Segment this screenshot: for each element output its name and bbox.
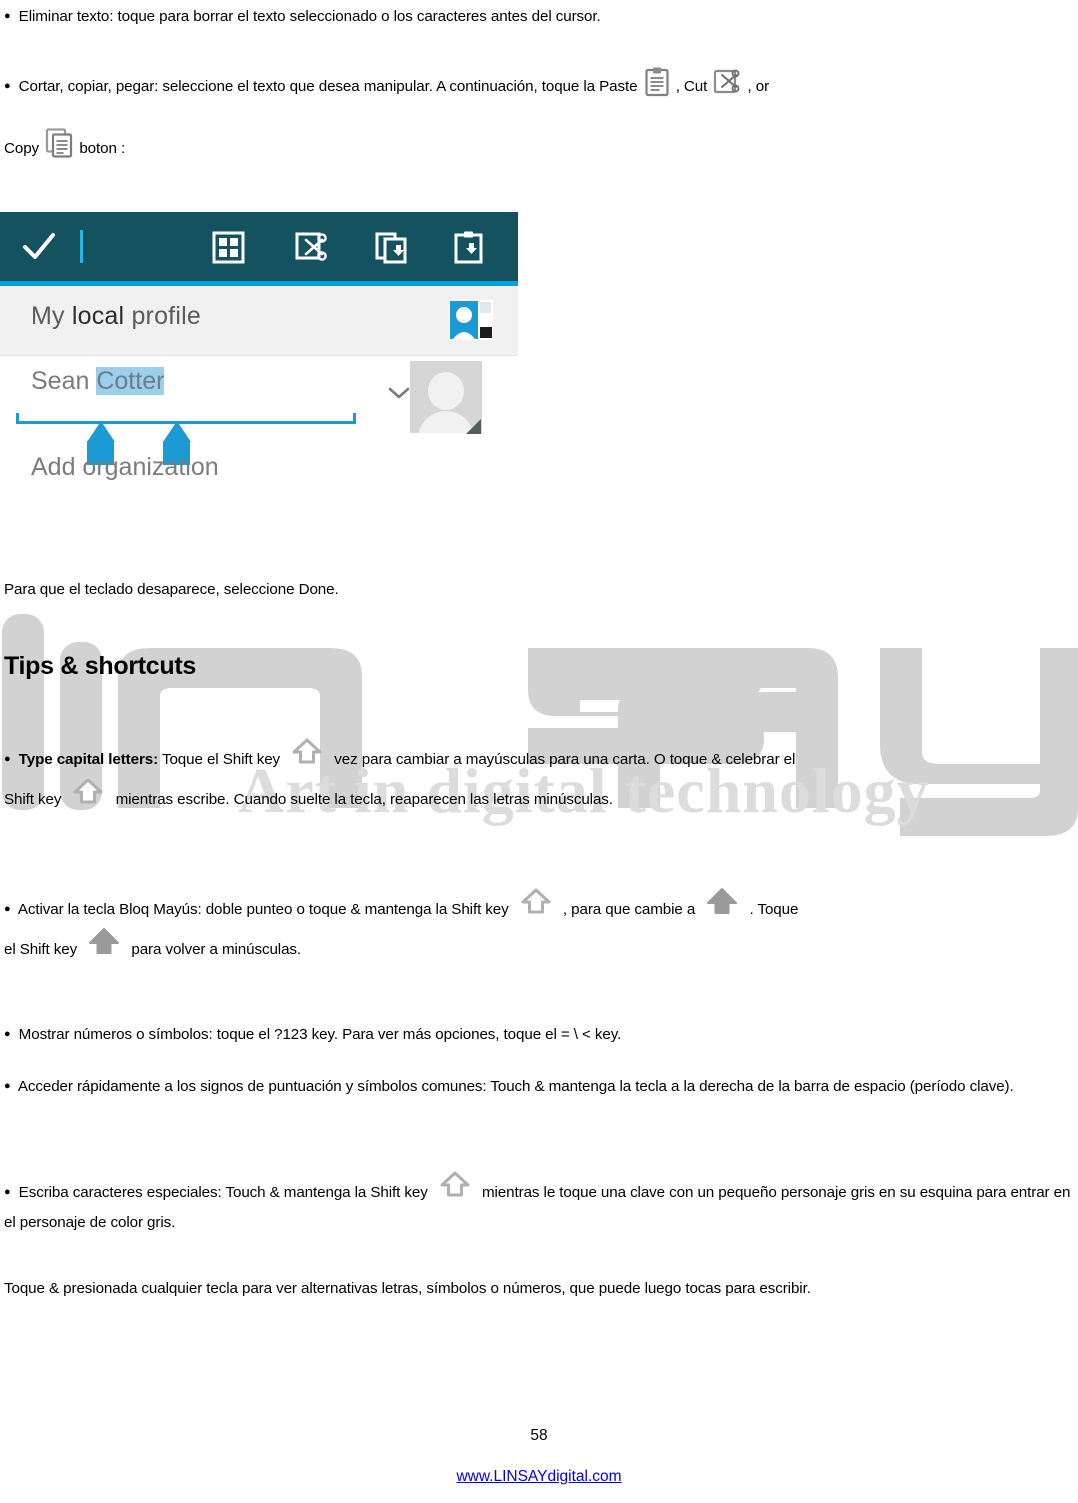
copy-label: Copy <box>4 140 40 158</box>
type-capital-part-2: vez para cambiar a mayúsculas para una c… <box>334 751 796 768</box>
chevron-down-icon[interactable] <box>388 386 410 400</box>
caps-lock-part-3: . Toque <box>749 901 799 918</box>
page-number: 58 <box>530 1427 548 1444</box>
cut-copy-paste-sep-1: , Cut <box>675 78 708 96</box>
avatar-head <box>428 372 464 410</box>
profile-name-field[interactable]: Sean Cotter <box>31 367 165 396</box>
type-capital-part-4: mientras escribe. Cuando suelte la tecla… <box>115 791 613 809</box>
paragraph-keyboard-done: Para que el teclado desaparece, seleccio… <box>4 578 804 603</box>
footer-website-link[interactable]: www.LINSAYdigital.com <box>0 1468 1078 1486</box>
cut-copy-paste-sep-2: , or <box>747 78 770 96</box>
shift-key-outline-icon <box>516 887 556 917</box>
paragraph-cut-copy-paste: Cortar, copiar, pegar: seleccione el tex… <box>4 67 1074 102</box>
my-local-profile-label: My local profile <box>31 302 201 330</box>
my-local-profile-row[interactable]: My local profile <box>0 286 518 356</box>
embedded-device-screenshot: My local profile Sean Cotter Add organiz… <box>0 212 518 482</box>
profile-name-section: Sean Cotter Add organization <box>0 358 518 482</box>
selected-text[interactable]: Cotter <box>96 367 165 395</box>
paragraph-delete-text-label: Eliminar texto: toque para borrar el tex… <box>18 8 601 25</box>
show-numbers-label: Mostrar números o símbolos: toque el ?12… <box>18 1026 622 1043</box>
caps-lock-part-4: el Shift key <box>4 941 78 959</box>
shift-key-outline-icon <box>68 777 108 807</box>
grid-icon[interactable] <box>212 231 245 264</box>
punctuation-line-1: Acceder rápidamente a los signos de punt… <box>17 1078 775 1095</box>
copy-icon <box>45 128 73 158</box>
paragraph-special-characters: Escriba caracteres especiales: Touch & m… <box>4 1171 1076 1239</box>
special-characters-part-1: Escriba caracteres especiales: Touch & m… <box>18 1184 428 1202</box>
paragraph-long-press: Toque & presionada cualquier tecla para … <box>4 1277 1076 1302</box>
heading-tips-shortcuts: Tips & shortcuts <box>4 646 196 687</box>
cut-icon[interactable] <box>295 231 328 264</box>
paste-icon[interactable] <box>452 231 485 264</box>
avatar-corner-marker <box>466 419 481 434</box>
text-caret <box>80 230 83 263</box>
paragraph-caps-lock: Activar la tecla Bloq Mayús: doble punte… <box>4 887 1076 971</box>
type-capital-letters-bold: Type capital letters: <box>18 751 159 768</box>
cut-icon <box>713 67 741 95</box>
type-capital-part-3: Shift key <box>4 791 62 809</box>
paragraph-delete-text: Eliminar texto: toque para borrar el tex… <box>4 5 1068 30</box>
paragraph-show-numbers: Mostrar números o símbolos: toque el ?12… <box>4 1023 1074 1048</box>
copy-icon[interactable] <box>375 231 408 264</box>
shift-key-filled-icon <box>702 887 742 917</box>
type-capital-part-1: Toque el Shift key <box>161 751 281 768</box>
special-characters-part-2: mientras le toque una clave con un peque… <box>481 1184 777 1202</box>
add-organization-label[interactable]: Add organization <box>31 453 219 482</box>
shift-key-outline-icon <box>287 737 327 767</box>
caps-lock-part-2: , para que cambie a <box>562 901 696 918</box>
heading-tips-label: Tips & shortcuts <box>4 652 196 680</box>
keyboard-done-label: Para que el teclado desaparece, seleccio… <box>4 581 339 598</box>
shift-key-outline-icon <box>435 1170 475 1200</box>
cut-copy-paste-text-1: Cortar, copiar, pegar: seleccione el tex… <box>18 78 638 96</box>
check-icon[interactable] <box>22 230 56 264</box>
paragraph-punctuation: Acceder rápidamente a los signos de punt… <box>4 1075 1076 1100</box>
caps-lock-part-5: para volver a minúsculas. <box>131 941 302 959</box>
document-page: Art in digital technology Eliminar texto… <box>0 0 1078 1503</box>
long-press-line-2: escribir. <box>759 1280 811 1297</box>
long-press-line-1: Toque & presionada cualquier tecla para … <box>4 1280 756 1297</box>
paragraph-copy-button: Copy boton : <box>4 128 404 164</box>
copy-boton-text: boton : <box>79 140 126 158</box>
screenshot-toolbar <box>0 212 518 281</box>
caps-lock-part-1: Activar la tecla Bloq Mayús: doble punte… <box>17 901 509 918</box>
paste-icon <box>644 67 670 97</box>
paragraph-type-capital-letters: Type capital letters: Toque el Shift key… <box>4 737 1074 821</box>
punctuation-line-2: la barra de espacio (período clave). <box>778 1078 1014 1095</box>
shift-key-filled-icon <box>84 927 124 957</box>
profile-card-icon[interactable] <box>449 300 493 340</box>
